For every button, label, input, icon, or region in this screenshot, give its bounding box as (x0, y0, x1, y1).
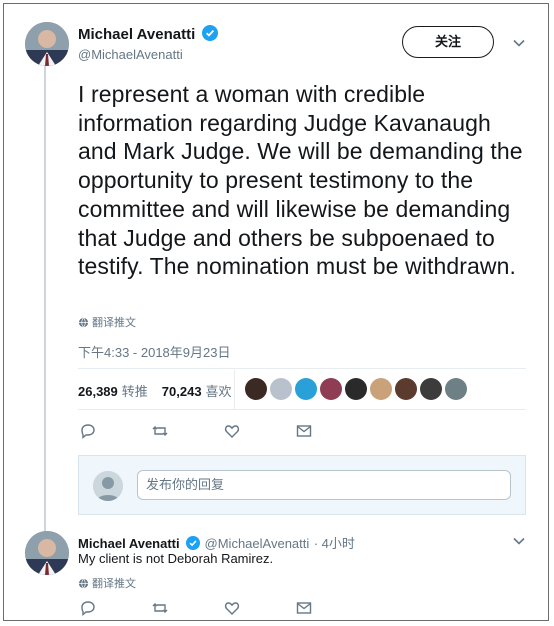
retweet-button[interactable] (152, 423, 224, 441)
author-name-row: Michael Avenatti (78, 25, 218, 44)
retweet-icon (152, 603, 168, 613)
like-button[interactable] (224, 423, 296, 441)
like-stat[interactable]: 70,243 喜欢 (162, 381, 232, 400)
liker-avatar[interactable] (370, 378, 392, 400)
translate-tweet-link[interactable]: 翻译推文 (78, 314, 136, 330)
reply-icon (81, 601, 95, 616)
chevron-down-icon[interactable] (512, 534, 526, 548)
liker-avatars (245, 378, 467, 400)
retweet-count: 26,389 (78, 384, 118, 399)
reply-author-handle[interactable]: @MichaelAvenatti (205, 536, 310, 551)
liker-avatar[interactable] (320, 378, 342, 400)
thread-line (44, 66, 46, 540)
tweet-stats: 26,389 转推 70,243 喜欢 (78, 381, 232, 400)
retweet-stat[interactable]: 26,389 转推 (78, 381, 148, 400)
translate-label[interactable]: 翻译推文 (92, 575, 136, 591)
reply-button[interactable] (80, 600, 152, 618)
reply-author-name[interactable]: Michael Avenatti (78, 536, 180, 551)
like-count: 70,243 (161, 384, 202, 399)
retweet-icon (152, 426, 168, 436)
tweet-actions (80, 423, 368, 441)
envelope-icon (296, 425, 312, 437)
reply-composer: 发布你的回复 (78, 455, 526, 515)
like-label: 喜欢 (205, 384, 232, 399)
reply-header: Michael Avenatti @MichaelAvenatti · 4小时 (78, 533, 355, 553)
author-name[interactable]: Michael Avenatti (78, 26, 195, 43)
liker-avatar[interactable] (395, 378, 417, 400)
like-button[interactable] (224, 600, 296, 618)
reply-author-avatar[interactable] (25, 531, 69, 575)
stats-divider (234, 370, 235, 410)
globe-icon (78, 317, 89, 327)
heart-icon (224, 425, 240, 438)
follow-button[interactable]: 关注 (402, 26, 494, 58)
liker-avatar[interactable] (270, 378, 292, 400)
globe-icon (78, 578, 89, 588)
reply-time[interactable]: · 4小时 (314, 536, 355, 551)
divider (78, 368, 526, 369)
message-button[interactable] (296, 423, 368, 441)
verified-badge-icon (186, 536, 201, 550)
author-avatar[interactable] (25, 22, 69, 66)
translate-tweet-link[interactable]: 翻译推文 (78, 575, 136, 591)
reply-tweet-text: My client is not Deborah Ramirez. (78, 551, 274, 566)
liker-avatar[interactable] (245, 378, 267, 400)
liker-avatar[interactable] (295, 378, 317, 400)
liker-avatar[interactable] (345, 378, 367, 400)
tweet-timestamp[interactable]: 下午4:33 - 2018年9月23日 (78, 342, 230, 361)
translate-label[interactable]: 翻译推文 (92, 314, 136, 330)
tweet-text: I represent a woman with credible inform… (78, 81, 523, 280)
message-button[interactable] (296, 600, 368, 618)
heart-icon (224, 602, 240, 615)
liker-avatar[interactable] (445, 378, 467, 400)
liker-avatar[interactable] (420, 378, 442, 400)
reply-icon (81, 424, 95, 439)
reply-button[interactable] (80, 423, 152, 441)
divider (78, 409, 526, 410)
reply-tweet-actions (80, 600, 368, 618)
user-avatar (93, 471, 123, 501)
retweet-label: 转推 (121, 384, 148, 399)
chevron-down-icon[interactable] (512, 36, 526, 50)
author-handle[interactable]: @MichaelAvenatti (78, 47, 183, 62)
envelope-icon (296, 602, 312, 614)
retweet-button[interactable] (152, 600, 224, 618)
verified-badge-icon (201, 25, 218, 41)
reply-input[interactable]: 发布你的回复 (137, 470, 511, 500)
